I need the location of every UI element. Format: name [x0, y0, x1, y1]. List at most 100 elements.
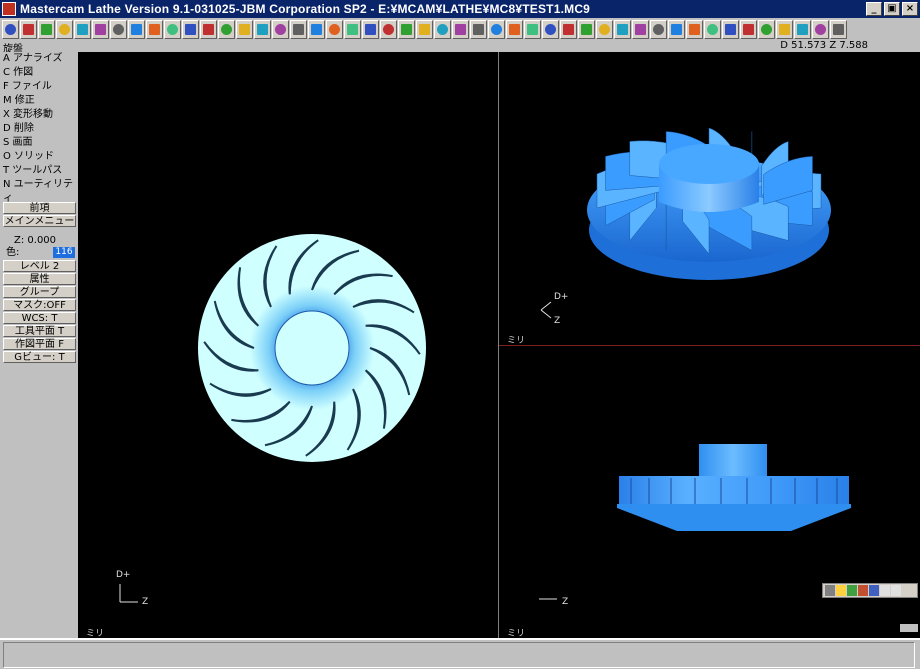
copy-icon[interactable]	[891, 585, 901, 596]
arc-icon[interactable]	[668, 19, 685, 39]
v-dim-icon-glyph	[779, 23, 790, 35]
invert-icon[interactable]	[362, 19, 379, 39]
shade-icon[interactable]	[847, 585, 857, 596]
c-hook-icon[interactable]	[38, 19, 55, 39]
flip-icon[interactable]	[560, 19, 577, 39]
mask-button[interactable]: マスク:OFF	[3, 299, 76, 311]
bracket-icon[interactable]	[524, 19, 541, 39]
fillet-icon[interactable]	[686, 19, 703, 39]
dim-icon-glyph	[509, 23, 520, 35]
point-icon[interactable]	[542, 19, 559, 39]
tr-unit-label: ミリ	[507, 336, 526, 346]
no-icon[interactable]	[272, 19, 289, 39]
tangent-icon[interactable]	[596, 19, 613, 39]
menu-item[interactable]: D 削除	[0, 122, 78, 136]
br-axis-z-label: Z	[562, 597, 569, 607]
wcs-button[interactable]: WCS: T	[3, 312, 76, 324]
arrow-right-icon[interactable]	[20, 19, 37, 39]
list-icon-glyph	[491, 23, 502, 35]
sew-icon[interactable]	[254, 19, 271, 39]
gear-icon[interactable]	[164, 19, 181, 39]
v-dim-icon[interactable]	[776, 19, 793, 39]
mastercam-app-icon[interactable]	[2, 2, 16, 16]
main-menu-button[interactable]: メインメニュー	[3, 215, 76, 227]
diag-icon-glyph	[653, 23, 664, 35]
level-button[interactable]: レベル 2	[3, 260, 76, 272]
rotate-icon-glyph	[293, 23, 304, 35]
tool-plane-button[interactable]: 工具平面 T	[3, 325, 76, 337]
side-blade-band	[619, 476, 849, 504]
brand-icon[interactable]	[326, 19, 343, 39]
menu-item[interactable]: S 画面	[0, 136, 78, 150]
print-icon[interactable]	[869, 585, 879, 596]
menu-item[interactable]: X 変形移動	[0, 108, 78, 122]
menu-item[interactable]: N ユーティリティ	[0, 178, 78, 204]
rotate-icon[interactable]	[290, 19, 307, 39]
text-icon[interactable]	[836, 585, 846, 596]
attributes-button[interactable]: 属性	[3, 273, 76, 285]
menu-item[interactable]: A アナライズ	[0, 52, 78, 66]
construction-plane-button[interactable]: 作図平面 F	[3, 338, 76, 350]
arrow-left-icon[interactable]	[2, 19, 19, 39]
curl-icon[interactable]	[704, 19, 721, 39]
info-icon[interactable]	[880, 585, 890, 596]
open-file-icon[interactable]	[56, 19, 73, 39]
menu-item[interactable]: F ファイル	[0, 80, 78, 94]
zoom-icon[interactable]	[858, 585, 868, 596]
maximize-button[interactable]: ▣	[884, 2, 900, 16]
ellipse-icon[interactable]	[722, 19, 739, 39]
color-button[interactable]: 色: 116	[0, 247, 78, 259]
menu-item[interactable]: M 修正	[0, 94, 78, 108]
left-viewport[interactable]	[78, 52, 498, 638]
spline-icon[interactable]	[74, 19, 91, 39]
dim-icon[interactable]	[506, 19, 523, 39]
surface-icon[interactable]	[128, 19, 145, 39]
prev-menu-button[interactable]: 前項	[3, 202, 76, 214]
wave-icon[interactable]	[92, 19, 109, 39]
sphere-icon[interactable]	[146, 19, 163, 39]
cut-icon[interactable]	[434, 19, 451, 39]
spread-icon[interactable]	[740, 19, 757, 39]
list-icon[interactable]	[488, 19, 505, 39]
chart-icon[interactable]	[398, 19, 415, 39]
z-depth-button[interactable]: Z: 0.000	[0, 234, 78, 247]
chamfer-icon[interactable]	[110, 19, 127, 39]
graphics-area[interactable]: D+ Z ミリ D+ Z ミリ Z ミリ	[78, 52, 920, 639]
vertical-icon[interactable]	[632, 19, 649, 39]
rect-icon[interactable]	[380, 19, 397, 39]
main-toolbar	[0, 18, 920, 40]
sphere-icon-glyph	[149, 23, 160, 35]
h-dim-icon[interactable]	[758, 19, 775, 39]
help-icon[interactable]	[830, 19, 847, 39]
angle-icon[interactable]	[812, 19, 829, 39]
viewport-corner-handle[interactable]	[900, 624, 918, 632]
close-button[interactable]: ×	[902, 2, 918, 16]
star-icon[interactable]	[218, 19, 235, 39]
cylinder-icon[interactable]	[182, 19, 199, 39]
star-icon-glyph	[221, 23, 232, 35]
minimize-button[interactable]: _	[866, 2, 882, 16]
menu-item[interactable]: O ソリッド	[0, 150, 78, 164]
diag-icon[interactable]	[650, 19, 667, 39]
group-button[interactable]: グループ	[3, 286, 76, 298]
slant-icon[interactable]	[794, 19, 811, 39]
gview-icon[interactable]	[825, 585, 835, 596]
tree-icon[interactable]	[308, 19, 325, 39]
mini-view-toolbar	[822, 583, 918, 598]
menu-item[interactable]: T ツールパス	[0, 164, 78, 178]
page-icon[interactable]	[470, 19, 487, 39]
disk-icon-glyph	[239, 23, 250, 35]
menu-item[interactable]: C 作図	[0, 66, 78, 80]
status-line: 旋盤 D 51.573 Z 7.588	[0, 40, 920, 55]
disk-icon[interactable]	[236, 19, 253, 39]
prompt-box[interactable]	[3, 642, 915, 668]
page-icon-glyph	[473, 23, 484, 35]
torus-icon[interactable]	[200, 19, 217, 39]
knife-icon[interactable]	[344, 19, 361, 39]
line-icon[interactable]	[614, 19, 631, 39]
graphics-view-button[interactable]: Gビュー: T	[3, 351, 76, 363]
region-icon[interactable]	[416, 19, 433, 39]
pulse-icon[interactable]	[578, 19, 595, 39]
chart-icon-glyph	[401, 23, 412, 35]
book-icon[interactable]	[452, 19, 469, 39]
